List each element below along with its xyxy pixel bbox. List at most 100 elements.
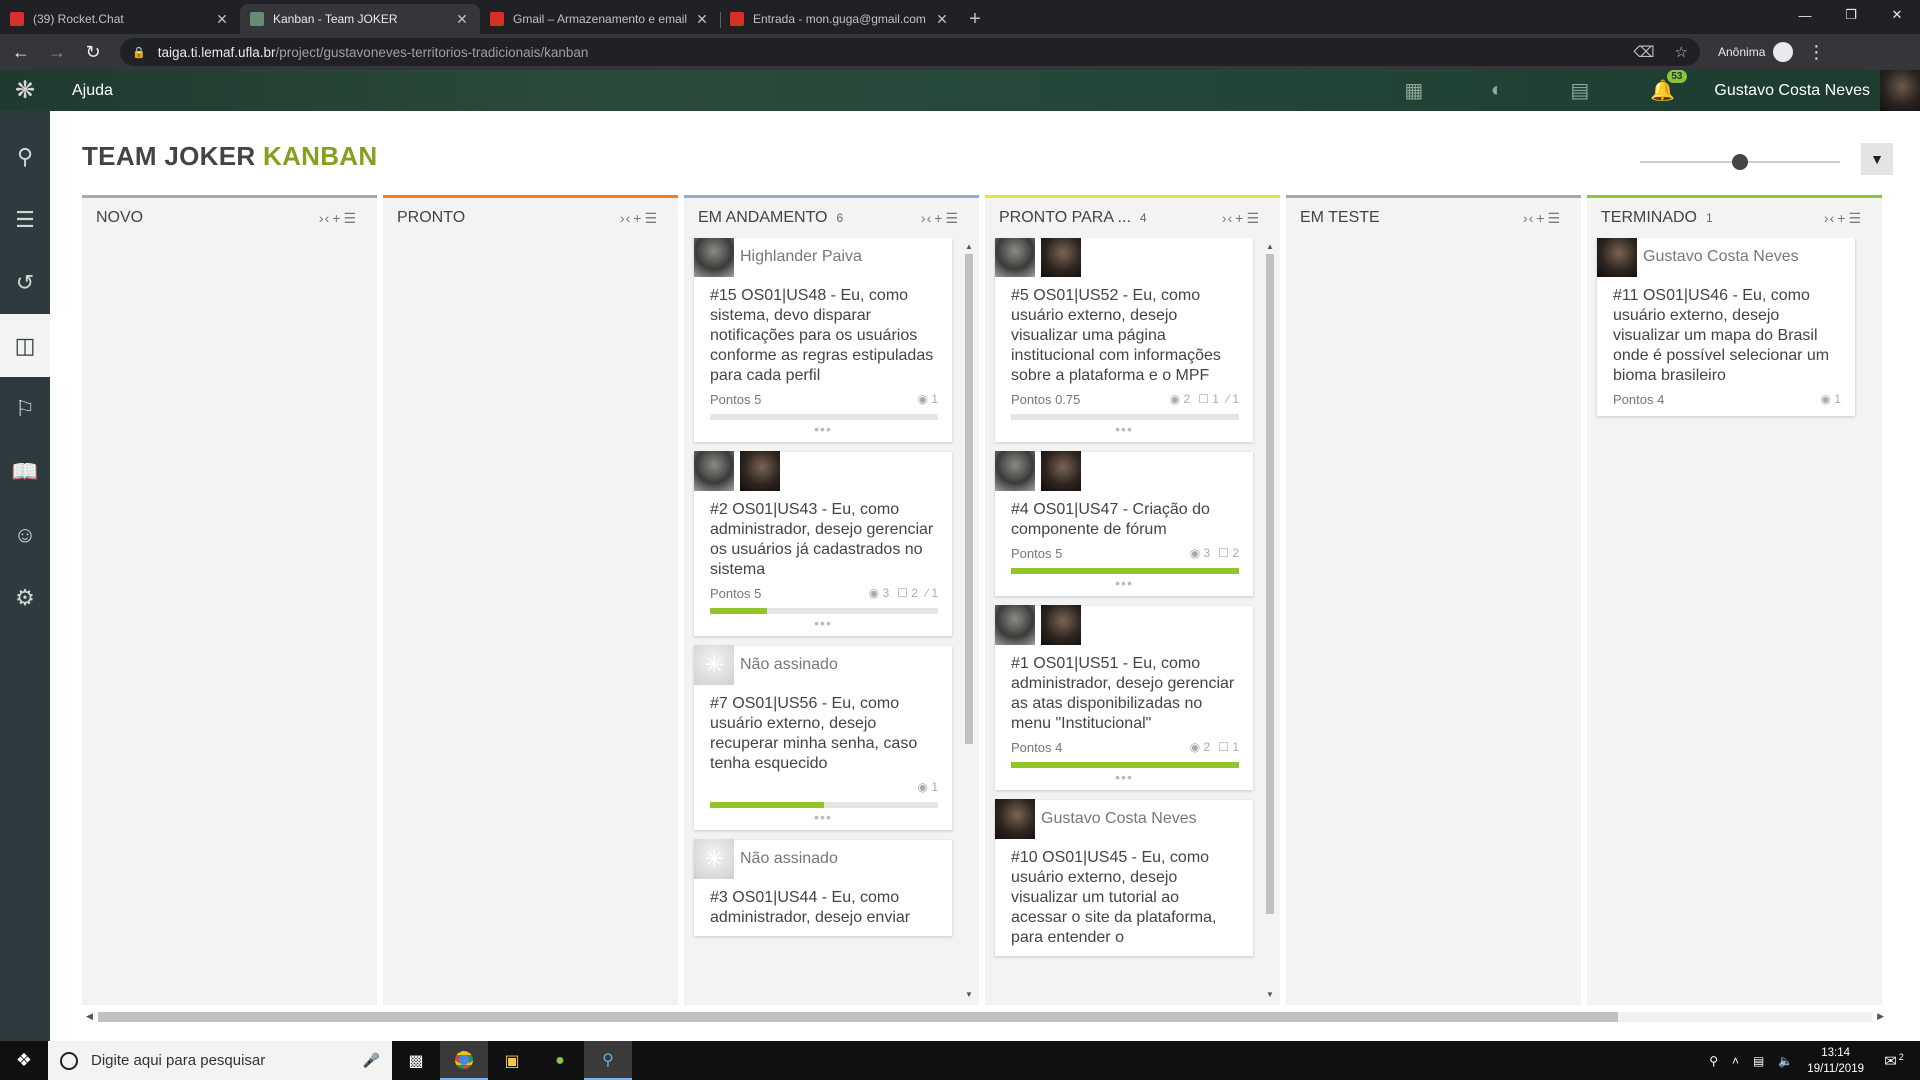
card-title[interactable]: #11 OS01|US46 - Eu, como usuário externo… <box>1597 276 1855 386</box>
user-name[interactable]: Gustavo Costa Neves <box>1714 82 1870 100</box>
fold-column-icon[interactable]: ›‹ <box>1824 210 1835 227</box>
microphone-icon[interactable]: 🎤 <box>363 1052 380 1069</box>
wiki-book-icon[interactable]: 📖 <box>0 440 50 503</box>
browser-menu-icon[interactable]: ⋮ <box>1807 42 1825 63</box>
clock[interactable]: 13:14 19/11/2019 <box>1807 1045 1864 1077</box>
story-card[interactable]: Gustavo Costa Neves #11 OS01|US46 - Eu, c… <box>1597 238 1855 416</box>
projects-grid-icon[interactable]: ▦ <box>1372 78 1455 103</box>
story-card[interactable]: Highlander Paiva #15 OS01|US48 - Eu, como… <box>694 238 952 442</box>
add-card-icon[interactable]: + <box>1837 210 1846 227</box>
close-window-icon[interactable]: ✕ <box>1874 0 1920 30</box>
people-icon[interactable]: ⚲ <box>1709 1054 1718 1068</box>
chrome-app-icon[interactable] <box>440 1041 488 1080</box>
assignee-avatar[interactable] <box>1041 451 1081 491</box>
story-card[interactable]: ✳ Não assinado #7 OS01|US56 - Eu, como usu… <box>694 645 952 830</box>
back-arrow-icon[interactable]: ← <box>6 37 36 67</box>
scroll-up-icon[interactable]: ▲ <box>1266 242 1274 251</box>
add-card-icon[interactable]: + <box>332 210 341 227</box>
horizontal-scroll-thumb[interactable] <box>98 1012 1618 1022</box>
card-title[interactable]: #5 OS01|US52 - Eu, como usuário externo,… <box>995 276 1253 386</box>
translate-icon[interactable]: ⌫ <box>1633 43 1654 61</box>
card-title[interactable]: #2 OS01|US43 - Eu, como administrador, d… <box>694 490 952 580</box>
story-card[interactable]: ✳ Não assinado #3 OS01|US44 - Eu, como adm… <box>694 839 952 936</box>
star-icon[interactable]: ☆ <box>1675 43 1688 61</box>
scroll-right-icon[interactable]: ▶ <box>1877 1011 1884 1022</box>
column-scroll-thumb[interactable] <box>1266 254 1274 914</box>
zoom-slider-handle[interactable] <box>1732 154 1748 170</box>
add-card-icon[interactable]: + <box>1235 210 1244 227</box>
close-tab-icon[interactable]: ✕ <box>454 11 470 28</box>
fold-column-icon[interactable]: ›‹ <box>319 210 330 227</box>
profile-button[interactable]: Anônima <box>1718 42 1794 62</box>
add-card-icon[interactable]: + <box>934 210 943 227</box>
unassigned-avatar[interactable]: ✳ <box>694 645 734 685</box>
minimize-icon[interactable]: — <box>1782 0 1828 30</box>
filter-icon[interactable]: ▼ <box>1861 143 1893 175</box>
card-title[interactable]: #1 OS01|US51 - Eu, como administrador, d… <box>995 644 1253 734</box>
assignee-avatar[interactable] <box>1041 238 1081 277</box>
bulk-add-icon[interactable]: ☰ <box>343 210 357 227</box>
assignee-avatar[interactable] <box>694 451 734 491</box>
search-app-icon[interactable]: ⚲ <box>584 1041 632 1080</box>
assignee-avatar[interactable] <box>1041 605 1081 645</box>
fold-column-icon[interactable]: ›‹ <box>921 210 932 227</box>
card-more-icon[interactable]: ••• <box>694 808 952 830</box>
bulk-add-icon[interactable]: ☰ <box>644 210 658 227</box>
column-scrollbar[interactable]: ▲ ▼ <box>1264 242 1274 999</box>
card-assignee[interactable]: Não assinado <box>740 656 838 674</box>
volume-icon[interactable]: 🔈 <box>1778 1054 1793 1068</box>
assignee-avatar[interactable] <box>995 799 1035 839</box>
scroll-down-icon[interactable]: ▼ <box>965 990 973 999</box>
scroll-up-icon[interactable]: ▲ <box>965 242 973 251</box>
notifications-bell-icon[interactable]: 🔔 53 <box>1621 70 1704 103</box>
assignee-avatar[interactable] <box>995 605 1035 645</box>
task-view-icon[interactable]: ▩ <box>392 1041 440 1080</box>
tray-chevron-up-icon[interactable]: ˄ <box>1732 1054 1739 1068</box>
card-more-icon[interactable]: ••• <box>694 614 952 636</box>
story-card[interactable]: Gustavo Costa Neves #10 OS01|US45 - Eu, c… <box>995 799 1253 956</box>
story-card[interactable]: #5 OS01|US52 - Eu, como usuário externo,… <box>995 238 1253 442</box>
kanban-icon[interactable]: ◫ <box>0 314 50 377</box>
address-bar[interactable]: 🔒 taiga.ti.lemaf.ufla.br /project/gustav… <box>120 38 1700 66</box>
bulk-add-icon[interactable]: ☰ <box>1848 210 1862 227</box>
unassigned-avatar[interactable]: ✳ <box>694 839 734 879</box>
story-card[interactable]: #1 OS01|US51 - Eu, como administrador, d… <box>995 605 1253 790</box>
assignee-avatar[interactable] <box>694 238 734 277</box>
close-tab-icon[interactable]: ✕ <box>694 11 710 28</box>
card-title[interactable]: #3 OS01|US44 - Eu, como administrador, d… <box>694 878 952 928</box>
file-explorer-icon[interactable]: ▣ <box>488 1041 536 1080</box>
card-title[interactable]: #4 OS01|US47 - Criação do componente de … <box>995 490 1253 540</box>
close-tab-icon[interactable]: ✕ <box>214 11 230 28</box>
card-more-icon[interactable]: ••• <box>995 420 1253 442</box>
card-assignee[interactable]: Gustavo Costa Neves <box>1041 810 1197 828</box>
taiga-logo-icon[interactable]: ❋ <box>0 70 50 111</box>
inbox-icon[interactable]: ▤ <box>1538 78 1621 103</box>
card-title[interactable]: #7 OS01|US56 - Eu, como usuário externo,… <box>694 684 952 774</box>
fold-column-icon[interactable]: ›‹ <box>620 210 631 227</box>
card-assignee[interactable]: Gustavo Costa Neves <box>1643 248 1799 266</box>
close-tab-icon[interactable]: ✕ <box>934 11 950 28</box>
taskbar-search[interactable]: Digite aqui para pesquisar 🎤 <box>48 1041 392 1080</box>
column-scrollbar[interactable]: ▲ ▼ <box>963 242 973 999</box>
card-more-icon[interactable]: ••• <box>995 574 1253 596</box>
add-card-icon[interactable]: + <box>1536 210 1545 227</box>
card-more-icon[interactable]: ••• <box>694 420 952 442</box>
browser-tab[interactable]: Kanban - Team JOKER ✕ <box>240 4 480 34</box>
search-icon[interactable]: ⚲ <box>0 125 50 188</box>
horizontal-scrollbar[interactable]: ◀ ▶ <box>82 1009 1888 1023</box>
reload-icon[interactable]: ↻ <box>78 37 108 67</box>
browser-tab[interactable]: Entrada - mon.guga@gmail.com ✕ <box>720 4 960 34</box>
zoom-slider[interactable] <box>1640 154 1840 170</box>
assignee-avatar[interactable] <box>740 451 780 491</box>
help-link[interactable]: Ajuda <box>72 82 113 100</box>
card-assignee[interactable]: Não assinado <box>740 850 838 868</box>
bulk-add-icon[interactable]: ☰ <box>1547 210 1561 227</box>
discover-globe-icon[interactable]: ◐ <box>1455 79 1538 102</box>
settings-gear-icon[interactable]: ⚙ <box>0 566 50 629</box>
fold-column-icon[interactable]: ›‹ <box>1523 210 1534 227</box>
windows-start-icon[interactable]: ❖ <box>0 1041 48 1080</box>
bulk-add-icon[interactable]: ☰ <box>1246 210 1260 227</box>
new-tab-button[interactable]: + <box>960 4 990 34</box>
app-leaf-icon[interactable]: ● <box>536 1041 584 1080</box>
restore-icon[interactable]: ❐ <box>1828 0 1874 30</box>
